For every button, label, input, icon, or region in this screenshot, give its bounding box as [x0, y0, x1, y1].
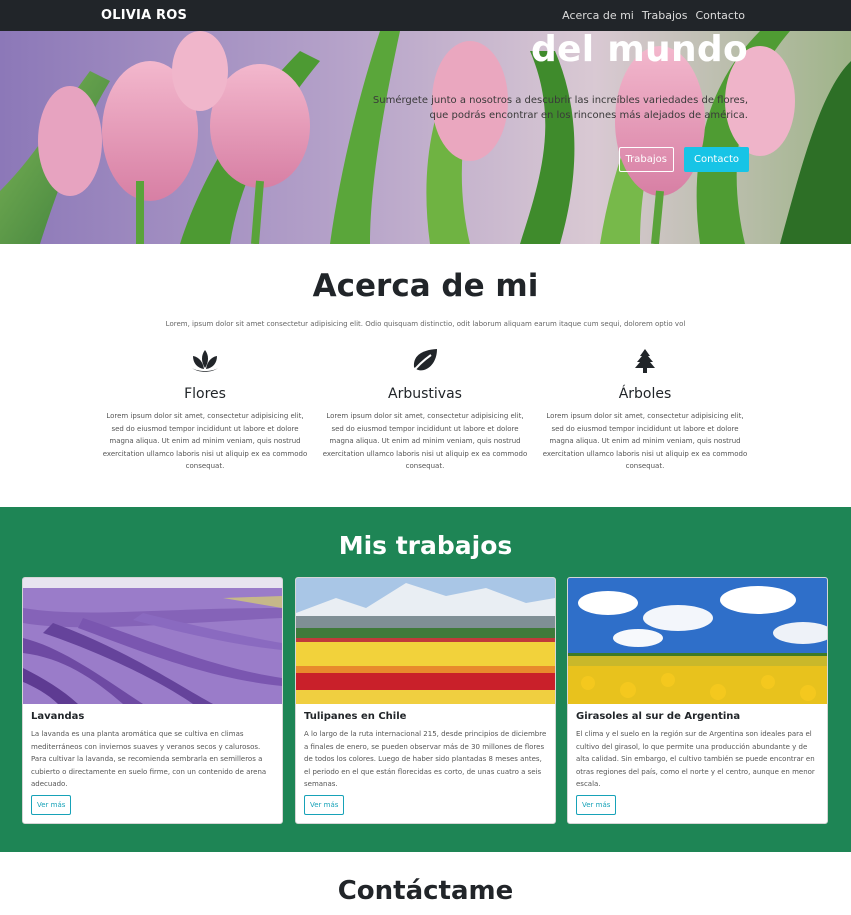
- about-title: Acerca de mi: [312, 268, 539, 304]
- feature-text: Lorem ipsum dolor sit amet, consectetur …: [542, 412, 748, 470]
- feature-arbustivas: Arbustivas Lorem ipsum dolor sit amet, c…: [321, 348, 529, 473]
- work-card-girasoles: Girasoles al sur de Argentina El clima y…: [567, 577, 828, 824]
- tulip-field-image: [296, 578, 555, 704]
- sunflower-field-image: [568, 578, 827, 704]
- feature-text: Lorem ipsum dolor sit amet, consectetur …: [102, 412, 308, 470]
- lotus-icon: [192, 350, 218, 372]
- card-title: Girasoles al sur de Argentina: [576, 711, 741, 722]
- feature-flores: Flores Lorem ipsum dolor sit amet, conse…: [101, 348, 309, 473]
- tree-icon: [635, 349, 655, 373]
- feature-title: Arbustivas: [388, 386, 462, 402]
- card-text: El clima y el suelo en la región sur de …: [576, 730, 815, 788]
- card-title: Lavandas: [31, 711, 85, 722]
- hero-buttons: Trabajos Contacto: [618, 147, 749, 172]
- feature-title: Flores: [184, 386, 226, 402]
- leaf-icon: [411, 349, 437, 374]
- card-text: A lo largo de la ruta internacional 215,…: [304, 730, 547, 788]
- work-card-tulipanes: Tulipanes en Chile A lo largo de la ruta…: [295, 577, 556, 824]
- ver-mas-button[interactable]: Ver más: [304, 795, 345, 815]
- feature-arboles: Árboles Lorem ipsum dolor sit amet, cons…: [541, 348, 749, 473]
- hero-title: del mundo: [530, 31, 748, 70]
- ver-mas-button[interactable]: Ver más: [31, 795, 72, 815]
- contact-button[interactable]: Contacto: [683, 147, 749, 172]
- lavender-field-image: [23, 578, 282, 704]
- nav-links: Acerca de mi Trabajos Contacto: [562, 9, 745, 22]
- nav-link-works[interactable]: Trabajos: [642, 9, 688, 22]
- navbar: OLIVIA ROS Acerca de mi Trabajos Contact…: [0, 0, 851, 31]
- card-title: Tulipanes en Chile: [304, 711, 407, 722]
- feature-title: Árboles: [618, 386, 672, 402]
- works-button[interactable]: Trabajos: [618, 147, 674, 172]
- work-card-lavandas: Lavandas La lavanda es una planta aromát…: [22, 577, 283, 824]
- hero-section: del mundo Sumérgete junto a nosotros a d…: [0, 31, 851, 244]
- hero-description: Sumérgete junto a nosotros a descubrir l…: [372, 95, 748, 121]
- contact-title: Contáctame: [337, 876, 514, 906]
- works-title: Mis trabajos: [338, 531, 513, 560]
- card-text: La lavanda es una planta aromática que s…: [31, 730, 267, 788]
- about-lead: Lorem, ipsum dolor sit amet consectetur …: [165, 320, 686, 328]
- nav-link-contact[interactable]: Contacto: [695, 9, 745, 22]
- feature-text: Lorem ipsum dolor sit amet, consectetur …: [322, 412, 528, 470]
- nav-link-about[interactable]: Acerca de mi: [562, 9, 634, 22]
- works-section: Mis trabajos Lavandas La lavanda es una …: [0, 507, 851, 852]
- brand-logo[interactable]: OLIVIA ROS: [101, 8, 187, 23]
- ver-mas-button[interactable]: Ver más: [576, 795, 617, 815]
